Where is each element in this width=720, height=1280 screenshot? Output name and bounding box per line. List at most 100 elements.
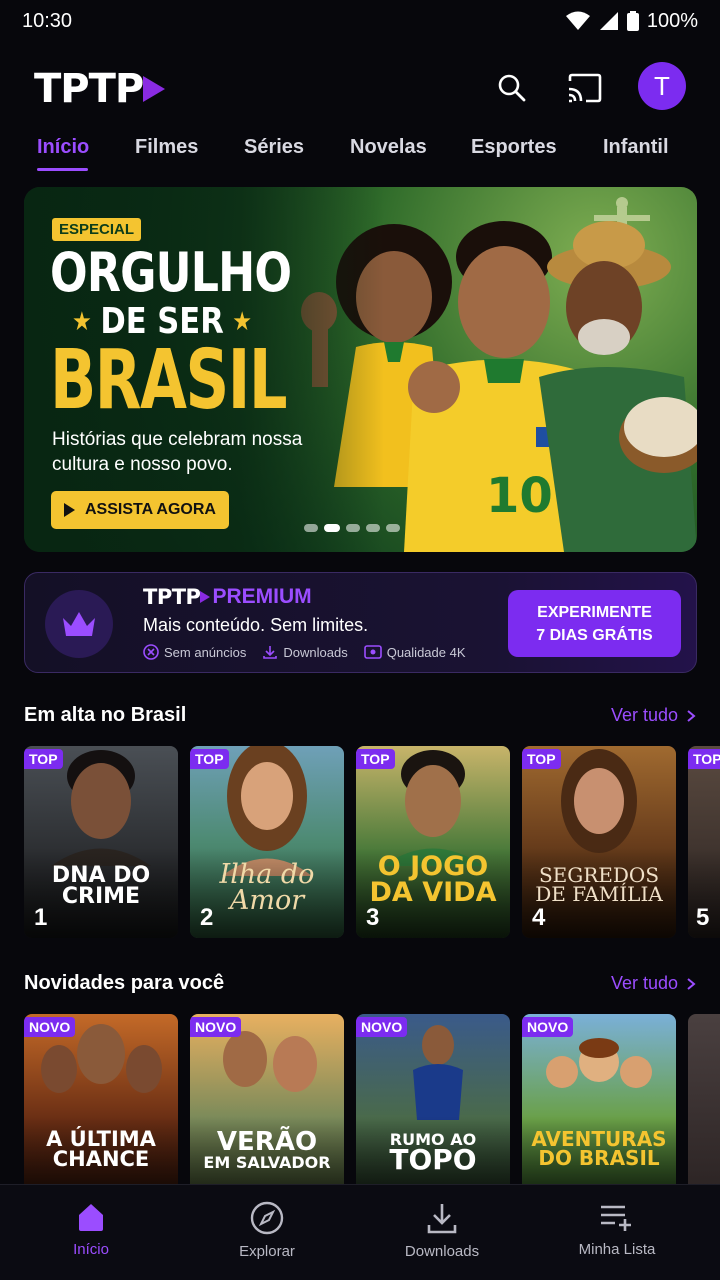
carousel-dot[interactable]: [346, 524, 360, 532]
card-title: AVENTURAS DO BRASIL: [522, 1129, 676, 1170]
app-logo[interactable]: TPTP: [34, 66, 166, 112]
premium-features: Sem anúncios Downloads Qualidade 4K: [143, 644, 466, 660]
tab-esportes[interactable]: Esportes: [471, 136, 557, 159]
top-badge: TOP: [24, 749, 63, 769]
cast-icon: [568, 73, 602, 103]
new-for-you-row: NOVO A ÚLTIMA CHANCE NOVO VERÃO EM SALVA…: [24, 1014, 720, 1184]
card-title-line2: EM SALVADOR: [203, 1152, 331, 1172]
battery-icon: [626, 11, 639, 31]
trial-line1: EXPERIMENTE: [537, 603, 652, 621]
hero-title-line1: ORGULHO: [50, 241, 292, 304]
search-button[interactable]: [490, 66, 534, 110]
app-header: TPTP T: [0, 58, 720, 118]
carousel-dot[interactable]: [386, 524, 400, 532]
trending-card[interactable]: TOP 5: [688, 746, 720, 938]
premium-banner[interactable]: TPTP PREMIUM Mais conteúdo. Sem limites.…: [24, 572, 697, 673]
trending-card[interactable]: TOP SEGREDOS DE FAMÍLIA 4: [522, 746, 676, 938]
free-trial-button[interactable]: EXPERIMENTE 7 DIAS GRÁTIS: [508, 590, 681, 657]
trending-card[interactable]: TOP DNA DO CRIME 1: [24, 746, 178, 938]
new-card[interactable]: [688, 1014, 720, 1184]
feature-label: Sem anúncios: [164, 644, 247, 660]
tab-novelas[interactable]: Novelas: [350, 136, 427, 159]
new-card[interactable]: NOVO AVENTURAS DO BRASIL: [522, 1014, 676, 1184]
card-title-line2: DA VIDA: [369, 876, 497, 908]
nav-minha-lista[interactable]: Minha Lista: [547, 1201, 687, 1258]
trending-card[interactable]: TOP Ilha do Amor 2: [190, 746, 344, 938]
card-title: A ÚLTIMA CHANCE: [24, 1129, 178, 1171]
download-icon: [427, 1204, 457, 1234]
trending-see-all[interactable]: Ver tudo: [611, 705, 696, 726]
nav-downloads[interactable]: Downloads: [372, 1201, 512, 1260]
carousel-dot-active[interactable]: [324, 524, 340, 532]
trending-card[interactable]: TOP O JOGO DA VIDA 3: [356, 746, 510, 938]
no-ads-icon: [143, 644, 159, 660]
tab-series[interactable]: Séries: [244, 136, 304, 159]
new-for-you-see-all[interactable]: Ver tudo: [611, 973, 696, 994]
premium-label: PREMIUM: [212, 585, 312, 608]
carousel-dot[interactable]: [366, 524, 380, 532]
category-tabs: Início Filmes Séries Novelas Esportes In…: [0, 132, 720, 176]
hero-badge: ESPECIAL: [52, 218, 142, 241]
trending-title: Em alta no Brasil: [24, 704, 187, 726]
nav-label: Explorar: [239, 1243, 295, 1260]
card-title-line2: CHANCE: [52, 1146, 150, 1171]
new-card[interactable]: NOVO VERÃO EM SALVADOR: [190, 1014, 344, 1184]
nav-label: Minha Lista: [578, 1241, 656, 1258]
rank-number: 1: [34, 904, 48, 931]
top-badge: TOP: [356, 749, 395, 769]
tab-infantil[interactable]: Infantil: [603, 136, 669, 159]
card-title-line1: Ilha do: [219, 859, 315, 890]
new-badge: NOVO: [522, 1017, 574, 1037]
battery-level: 100%: [646, 9, 698, 32]
see-all-label: Ver tudo: [610, 705, 678, 725]
logo-play-icon: [200, 591, 211, 603]
hero-banner[interactable]: 10 ESPECIAL ORGULHO ★ DE SER ★ BRASIL Hi…: [24, 187, 697, 552]
card-title: RUMO AO TOPO: [356, 1131, 510, 1177]
chevron-right-icon: [687, 977, 696, 990]
nav-label: Início: [73, 1241, 109, 1258]
new-badge: NOVO: [190, 1017, 242, 1037]
trial-line2: 7 DIAS GRÁTIS: [536, 626, 653, 644]
see-all-label: Ver tudo: [610, 973, 678, 993]
profile-avatar[interactable]: T: [638, 62, 686, 110]
4k-quality-icon: [363, 645, 382, 659]
new-card[interactable]: NOVO A ÚLTIMA CHANCE: [24, 1014, 178, 1184]
new-for-you-title: Novidades para você: [24, 972, 225, 994]
rank-number: 3: [366, 904, 380, 931]
card-title-line2: DO BRASIL: [538, 1146, 660, 1170]
top-badge: TOP: [688, 749, 720, 769]
playlist-add-icon: [601, 1205, 631, 1231]
card-title: O JOGO DA VIDA: [356, 851, 510, 908]
rank-number: 2: [200, 904, 214, 931]
star-icon: ★: [232, 306, 253, 337]
status-bar: 10:30 100%: [0, 0, 720, 42]
feature-downloads: Downloads: [262, 644, 348, 660]
feature-label: Downloads: [283, 644, 348, 660]
carousel-dots: [304, 524, 400, 532]
new-card[interactable]: NOVO RUMO AO TOPO: [356, 1014, 510, 1184]
card-title-line1: O JOGO: [377, 851, 489, 882]
tab-inicio[interactable]: Início: [37, 136, 89, 159]
avatar-letter: T: [654, 70, 670, 101]
poster-art: [546, 1038, 652, 1088]
card-title-line2: DE FAMÍLIA: [535, 882, 663, 906]
rank-number: 5: [696, 904, 710, 931]
chevron-right-icon: [687, 709, 696, 722]
card-title-line2: TOPO: [389, 1143, 477, 1177]
nav-inicio[interactable]: Início: [21, 1201, 161, 1258]
carousel-dot[interactable]: [304, 524, 318, 532]
bottom-navigation: Início Explorar Downloads Minha Lista: [0, 1184, 720, 1280]
crown-badge: [45, 590, 113, 658]
crown-icon: [63, 612, 95, 636]
logo-play-icon: [143, 76, 166, 102]
watch-now-button[interactable]: ASSISTA AGORA: [51, 491, 229, 529]
cast-button[interactable]: [562, 66, 606, 110]
nav-explorar[interactable]: Explorar: [197, 1201, 337, 1260]
top-badge: TOP: [190, 749, 229, 769]
search-icon: [498, 74, 526, 102]
card-title-line1: VERÃO: [216, 1127, 318, 1157]
premium-brand: TPTP: [143, 585, 201, 609]
tab-filmes[interactable]: Filmes: [135, 136, 198, 159]
download-icon: [263, 646, 278, 659]
wifi-icon: [565, 11, 590, 30]
